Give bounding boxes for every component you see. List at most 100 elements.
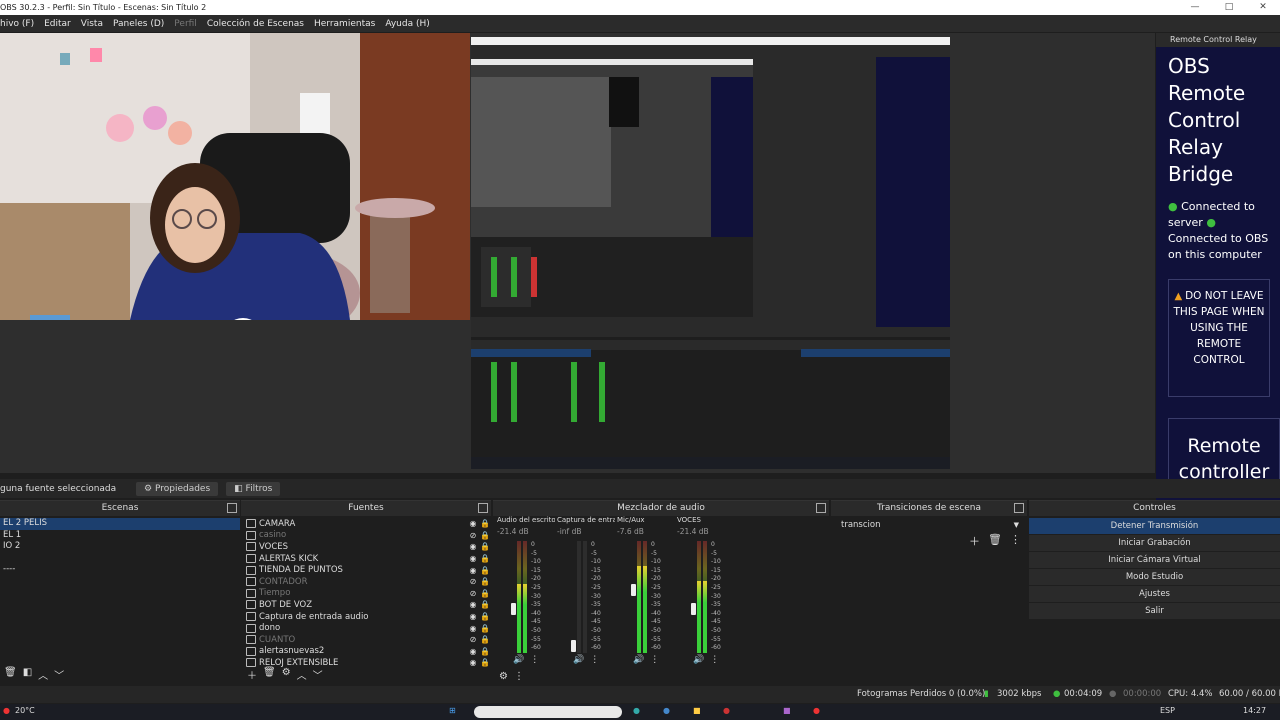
source-item[interactable]: CUANTO ⊘ 🔒: [241, 634, 491, 646]
undock-icon[interactable]: [1014, 503, 1024, 513]
lock-icon[interactable]: 🔒: [479, 658, 491, 667]
speaker-icon[interactable]: 🔊: [693, 655, 704, 665]
speaker-muted-icon[interactable]: 🔊: [573, 655, 584, 665]
down-icon[interactable]: ﹀: [313, 667, 323, 682]
menu-dots-icon[interactable]: ⋮: [530, 655, 539, 665]
menu-dots-icon[interactable]: ⋮: [710, 655, 719, 665]
ajustes-button[interactable]: Ajustes: [1029, 586, 1280, 603]
taskbar-app-icon[interactable]: ■: [783, 706, 791, 715]
menu-herramientas[interactable]: Herramientas: [309, 19, 380, 29]
menu-coleccion-escenas[interactable]: Colección de Escenas: [202, 19, 309, 29]
eye-icon[interactable]: ◉: [467, 624, 479, 633]
source-item[interactable]: alertasnuevas2 ◉ 🔒: [241, 646, 491, 658]
lock-icon[interactable]: 🔒: [479, 577, 491, 586]
menu-vista[interactable]: Vista: [76, 19, 108, 29]
lock-icon[interactable]: 🔒: [479, 600, 491, 609]
menu-dots-icon[interactable]: ⋮: [1010, 533, 1021, 549]
source-item[interactable]: VOCES ◉ 🔒: [241, 541, 491, 553]
undock-icon[interactable]: [227, 503, 237, 513]
lock-icon[interactable]: 🔒: [479, 647, 491, 656]
menu-ayuda[interactable]: Ayuda (H): [380, 19, 434, 29]
filter-icon[interactable]: ◧: [23, 667, 32, 682]
eye-icon[interactable]: ◉: [467, 566, 479, 575]
lock-icon[interactable]: 🔒: [479, 635, 491, 644]
menu-dots-icon[interactable]: ⋮: [514, 671, 524, 682]
undock-icon[interactable]: [816, 503, 826, 513]
search-box[interactable]: [474, 706, 622, 718]
source-item[interactable]: TIENDA DE PUNTOS ◉ 🔒: [241, 564, 491, 576]
delete-icon[interactable]: 🗑: [263, 667, 276, 682]
scene-item[interactable]: EL 2 PELIS: [0, 518, 240, 530]
scene-item[interactable]: IO 2: [0, 541, 240, 553]
up-icon[interactable]: ︿: [38, 667, 48, 682]
source-item[interactable]: dono ◉ 🔒: [241, 622, 491, 634]
volume-fader[interactable]: [511, 603, 516, 615]
filters-button[interactable]: ◧ Filtros: [226, 481, 281, 496]
transition-select[interactable]: transcion ▼: [837, 519, 1021, 532]
properties-button[interactable]: ⚙ Propiedades: [136, 481, 219, 496]
up-icon[interactable]: ︿: [297, 667, 307, 682]
lock-icon[interactable]: 🔒: [479, 531, 491, 540]
eye-hidden-icon[interactable]: ⊘: [467, 635, 479, 644]
eye-icon[interactable]: ◉: [467, 647, 479, 656]
eye-icon[interactable]: ◉: [467, 612, 479, 621]
eye-icon[interactable]: ◉: [467, 542, 479, 551]
menu-archivo[interactable]: hivo (F): [0, 19, 39, 29]
eye-icon[interactable]: ◉: [467, 600, 479, 609]
add-icon[interactable]: ＋: [247, 667, 257, 682]
delete-icon[interactable]: 🗑: [988, 533, 1002, 549]
eye-hidden-icon[interactable]: ⊘: [467, 531, 479, 540]
taskbar-app-icon[interactable]: ●: [723, 706, 730, 715]
down-icon[interactable]: ﹀: [54, 667, 64, 682]
add-icon[interactable]: ＋: [969, 533, 980, 549]
volume-fader[interactable]: [691, 603, 696, 615]
start-icon[interactable]: ⊞: [449, 706, 456, 715]
gear-icon[interactable]: ⚙: [499, 671, 508, 682]
source-item[interactable]: BOT DE VOZ ◉ 🔒: [241, 599, 491, 611]
scene-item[interactable]: [0, 553, 240, 565]
speaker-icon[interactable]: 🔊: [633, 655, 644, 665]
lock-icon[interactable]: 🔒: [479, 612, 491, 621]
language[interactable]: ESP: [1160, 706, 1175, 715]
menu-paneles[interactable]: Paneles (D): [108, 19, 169, 29]
delete-icon[interactable]: 🗑: [4, 667, 17, 682]
source-item[interactable]: ALERTAS KICK ◉ 🔒: [241, 553, 491, 565]
lock-icon[interactable]: 🔒: [479, 589, 491, 598]
source-item[interactable]: CAMARA ◉ 🔒: [241, 518, 491, 530]
close-button[interactable]: ✕: [1246, 0, 1280, 15]
taskbar-app-icon[interactable]: ●: [813, 706, 820, 715]
iniciar-grabacion-button[interactable]: Iniciar Grabación: [1029, 535, 1280, 552]
menu-perfil[interactable]: Perfil: [169, 19, 202, 29]
eye-icon[interactable]: ◉: [467, 519, 479, 528]
menu-dots-icon[interactable]: ⋮: [650, 655, 659, 665]
volume-fader[interactable]: [571, 640, 576, 652]
eye-icon[interactable]: ◉: [467, 554, 479, 563]
maximize-button[interactable]: □: [1212, 0, 1246, 15]
eye-hidden-icon[interactable]: ⊘: [467, 589, 479, 598]
taskbar-app-icon[interactable]: ●: [633, 706, 640, 715]
speaker-icon[interactable]: 🔊: [513, 655, 524, 665]
eye-hidden-icon[interactable]: ⊘: [467, 577, 479, 586]
lock-icon[interactable]: 🔒: [479, 542, 491, 551]
menu-dots-icon[interactable]: ⋮: [590, 655, 599, 665]
taskbar-app-icon[interactable]: ●: [663, 706, 670, 715]
salir-button[interactable]: Salir: [1029, 603, 1280, 620]
iniciar-camara-virtual-button[interactable]: Iniciar Cámara Virtual: [1029, 552, 1280, 569]
lock-icon[interactable]: 🔒: [479, 554, 491, 563]
scene-item[interactable]: ----: [0, 564, 240, 576]
lock-icon[interactable]: 🔒: [479, 519, 491, 528]
taskbar-app-icon[interactable]: ■: [693, 706, 701, 715]
scene-item[interactable]: [0, 576, 240, 588]
source-item[interactable]: Tiempo ⊘ 🔒: [241, 588, 491, 600]
source-item[interactable]: Captura de entrada audio ◉ 🔒: [241, 611, 491, 623]
volume-fader[interactable]: [631, 584, 636, 596]
lock-icon[interactable]: 🔒: [479, 624, 491, 633]
minimize-button[interactable]: —: [1178, 0, 1212, 15]
source-item[interactable]: casino ⊘ 🔒: [241, 530, 491, 542]
lock-icon[interactable]: 🔒: [479, 566, 491, 575]
gear-icon[interactable]: ⚙: [282, 667, 291, 682]
detener-transmision-button[interactable]: Detener Transmisión: [1029, 518, 1280, 535]
undock-icon[interactable]: [478, 503, 488, 513]
scene-item[interactable]: EL 1: [0, 530, 240, 542]
modo-estudio-button[interactable]: Modo Estudio: [1029, 569, 1280, 586]
